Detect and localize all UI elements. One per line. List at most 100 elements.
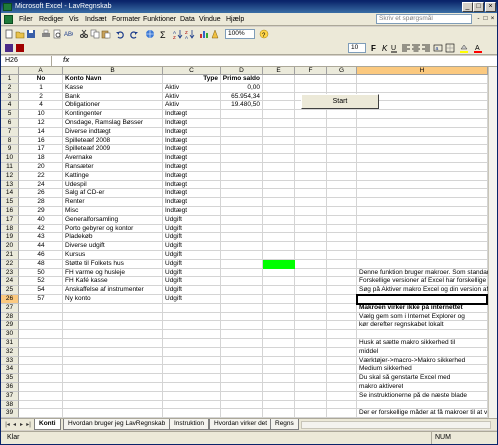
account-type-cell[interactable]: Indtægt — [165, 163, 187, 172]
account-name-cell[interactable]: Onsdage, Ramslag Bøsser — [65, 119, 143, 128]
row-header[interactable]: 39 — [1, 409, 19, 418]
account-no-cell[interactable]: 18 — [19, 154, 63, 163]
menu-funktioner[interactable]: Funktioner — [143, 15, 176, 24]
font-color-icon[interactable]: A — [473, 43, 483, 53]
row-header[interactable]: 26 — [1, 295, 19, 304]
account-saldo-cell[interactable] — [221, 269, 260, 278]
cut-icon[interactable] — [79, 29, 89, 39]
account-name-cell[interactable]: Ransæter — [65, 163, 94, 172]
row-header[interactable]: 27 — [1, 303, 19, 313]
account-name-cell[interactable]: Kattinge — [65, 172, 89, 181]
account-saldo-cell[interactable] — [221, 207, 260, 216]
row-header[interactable]: 18 — [1, 224, 19, 234]
note-text-cell[interactable]: Denne funktion bruger makroer. Som stand… — [359, 269, 488, 278]
row-header[interactable]: 21 — [1, 251, 19, 260]
fill-color-icon[interactable] — [459, 43, 469, 53]
row-header[interactable]: 7 — [1, 127, 19, 137]
account-type-cell[interactable]: Udgift — [165, 277, 182, 286]
account-type-cell[interactable]: Indtægt — [165, 198, 187, 207]
account-saldo-cell[interactable] — [221, 189, 260, 198]
doc-restore-button[interactable]: □ — [482, 15, 489, 23]
underline-icon[interactable]: U — [389, 43, 399, 53]
note-text-cell[interactable]: Du skal så genstarte Excel med — [359, 374, 450, 383]
account-no-cell[interactable]: 1 — [19, 84, 63, 93]
row-header[interactable]: 2 — [1, 83, 19, 93]
account-saldo-cell[interactable] — [221, 172, 260, 181]
account-name-cell[interactable]: Misc — [65, 207, 78, 216]
note-text-cell[interactable]: middel — [359, 348, 378, 357]
account-type-cell[interactable]: Udgift — [165, 225, 182, 234]
account-name-cell[interactable]: Renter — [65, 198, 85, 207]
print-preview-icon[interactable] — [52, 29, 62, 39]
account-type-cell[interactable]: Indtægt — [165, 154, 187, 163]
account-name-cell[interactable]: Anskaffelse af instrumenter — [65, 286, 144, 295]
account-name-cell[interactable]: Porto gebyrer og kontor — [65, 225, 133, 234]
sheet-tab-konti[interactable]: Konti — [34, 419, 61, 430]
doc-close-button[interactable]: × — [489, 15, 496, 23]
row-header[interactable]: 38 — [1, 400, 19, 410]
name-box[interactable]: H26 — [2, 56, 52, 66]
menu-indsaet[interactable]: Indsæt — [85, 15, 106, 24]
note-text-cell[interactable]: Værktøjer->macro->Makro sikkerhed — [359, 357, 465, 366]
row-header[interactable]: 34 — [1, 365, 19, 375]
row-header[interactable]: 29 — [1, 321, 19, 331]
account-no-cell[interactable]: 43 — [19, 233, 63, 242]
redo-icon[interactable] — [129, 29, 139, 39]
column-header-b[interactable]: B — [63, 67, 163, 75]
account-saldo-cell[interactable] — [221, 119, 260, 128]
save-icon[interactable] — [26, 29, 36, 39]
account-type-cell[interactable]: Indtægt — [165, 110, 187, 119]
account-no-cell[interactable]: 29 — [19, 207, 63, 216]
account-no-cell[interactable]: 10 — [19, 110, 63, 119]
first-sheet-icon[interactable]: |◂ — [4, 421, 11, 429]
account-type-cell[interactable]: Indtægt — [165, 172, 187, 181]
vba-icon[interactable] — [4, 43, 14, 53]
record-macro-icon[interactable] — [15, 43, 25, 53]
account-name-cell[interactable]: Bank — [65, 93, 80, 102]
column-header-e[interactable]: E — [263, 67, 295, 75]
account-name-cell[interactable]: Generalforsamling — [65, 216, 118, 225]
menu-formater[interactable]: Formater — [112, 15, 140, 24]
fx-icon[interactable]: fx — [63, 56, 69, 66]
note-text-cell[interactable]: Forskellige versioner af Excel har forsk… — [359, 277, 486, 286]
header-type[interactable]: Type — [163, 75, 218, 84]
row-header[interactable]: 28 — [1, 312, 19, 322]
row-header[interactable]: 11 — [1, 163, 19, 172]
header-primo-saldo[interactable]: Primo saldo — [221, 75, 260, 84]
account-no-cell[interactable]: 22 — [19, 172, 63, 181]
ask-question-input[interactable]: Skriv et spørgsmål — [376, 14, 472, 24]
account-name-cell[interactable]: Salg af CD-er — [65, 189, 104, 198]
row-header[interactable]: 4 — [1, 101, 19, 111]
copy-icon[interactable] — [90, 29, 100, 39]
account-saldo-cell[interactable]: 19.480,50 — [221, 101, 260, 110]
vertical-scrollbar[interactable] — [488, 67, 497, 418]
row-header[interactable]: 23 — [1, 268, 19, 278]
account-name-cell[interactable]: Kursus — [65, 251, 85, 260]
column-header-a[interactable]: A — [19, 67, 63, 75]
last-sheet-icon[interactable]: ▸| — [25, 421, 32, 429]
column-header-g[interactable]: G — [327, 67, 357, 75]
account-type-cell[interactable]: Aktiv — [165, 84, 179, 93]
column-header-c[interactable]: C — [163, 67, 221, 75]
row-header[interactable]: 8 — [1, 136, 19, 146]
account-type-cell[interactable]: Indtægt — [165, 128, 187, 137]
menu-hjaelp[interactable]: Hjælp — [226, 15, 244, 24]
row-header[interactable]: 24 — [1, 277, 19, 287]
account-name-cell[interactable]: Spilleteæf 2009 — [65, 145, 110, 154]
account-saldo-cell[interactable] — [221, 181, 260, 190]
row-header[interactable]: 33 — [1, 356, 19, 366]
row-header[interactable]: 37 — [1, 391, 19, 401]
row-header[interactable]: 14 — [1, 189, 19, 199]
account-saldo-cell[interactable] — [221, 128, 260, 137]
autosum-icon[interactable]: Σ — [159, 29, 169, 39]
italic-icon[interactable]: K — [379, 43, 389, 53]
menu-data[interactable]: Data — [180, 15, 195, 24]
account-no-cell[interactable]: 50 — [19, 269, 63, 278]
row-header[interactable]: 15 — [1, 198, 19, 207]
worksheet-grid[interactable]: A B C D E F G H 1 2 3 4 5 6 7 8 9 10 11 12 13 14 15 16 17 18 19 20 2… — [1, 67, 497, 418]
account-name-cell[interactable]: Spilleteæf 2008 — [65, 137, 110, 146]
account-name-cell[interactable]: Diverse indtægt — [65, 128, 111, 137]
note-text-cell[interactable]: Husk at sætte makro sikkerhed til — [359, 339, 455, 348]
account-saldo-cell[interactable] — [221, 216, 260, 225]
row-header[interactable]: 31 — [1, 339, 19, 348]
